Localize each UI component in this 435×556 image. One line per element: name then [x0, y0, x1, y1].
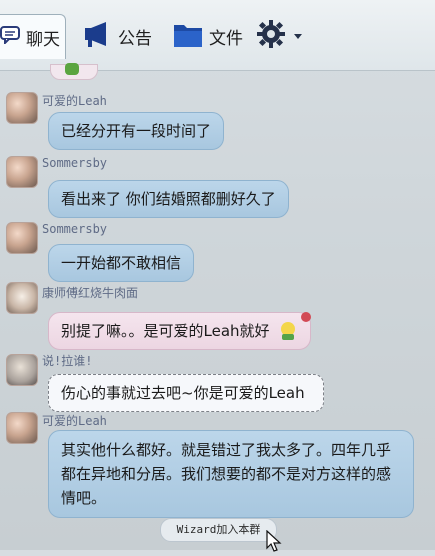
avatar[interactable] [6, 354, 38, 386]
avatar[interactable] [6, 282, 38, 314]
sender-name: 可爱的Leah [42, 414, 107, 428]
message-bubble: 伤心的事就过去吧~你是可爱的Leah [48, 374, 324, 412]
tab-chat-label: 聊天 [26, 29, 60, 50]
sticker-emoji [50, 63, 98, 80]
sender-name: 康师傅红烧牛肉面 [42, 286, 139, 300]
tab-chat[interactable]: 聊天 [0, 14, 66, 59]
message-text: 别提了嘛。。是可爱的Leah就好 [61, 322, 270, 340]
avatar[interactable] [6, 222, 38, 254]
smile-emoji-icon [278, 321, 298, 347]
avatar[interactable] [6, 92, 38, 124]
sender-name: Sommersby [42, 222, 108, 236]
toolbar: 聊天 公告 文件 [0, 0, 435, 71]
message-bubble: 别提了嘛。。是可爱的Leah就好 [48, 312, 311, 350]
message-bubble: 看出来了 你们结婚照都删好久了 [48, 180, 289, 218]
message-bubble: 一开始都不敢相信 [48, 244, 195, 282]
tab-notice[interactable]: 公告 [82, 14, 152, 58]
tab-files-label: 文件 [209, 28, 243, 49]
tab-notice-label: 公告 [118, 28, 152, 49]
chevron-down-icon [293, 26, 303, 46]
folder-icon [173, 20, 203, 53]
avatar[interactable] [6, 156, 38, 188]
sender-name: Sommersby [42, 156, 108, 170]
sender-name: 说!拉谁! [42, 354, 93, 368]
tab-files[interactable]: 文件 [173, 14, 243, 58]
chat-icon [0, 25, 20, 49]
tab-settings[interactable] [255, 14, 303, 58]
megaphone-icon [82, 19, 112, 54]
chat-area: 可爱的Leah 已经分开有一段时间了 Sommersby 看出来了 你们结婚照都… [0, 63, 435, 552]
message-bubble: 其实他什么都好。就是错过了我太多了。四年几乎都在异地和分居。我们想要的都不是对方… [48, 430, 414, 518]
avatar[interactable] [6, 412, 38, 444]
message-bubble: 已经分开有一段时间了 [48, 112, 225, 150]
sender-name: 可爱的Leah [42, 94, 107, 108]
join-notice: Wizard加入本群 [160, 518, 277, 542]
mouse-cursor-icon [266, 529, 282, 556]
decoration-icon [300, 307, 312, 329]
gear-icon [255, 18, 287, 55]
